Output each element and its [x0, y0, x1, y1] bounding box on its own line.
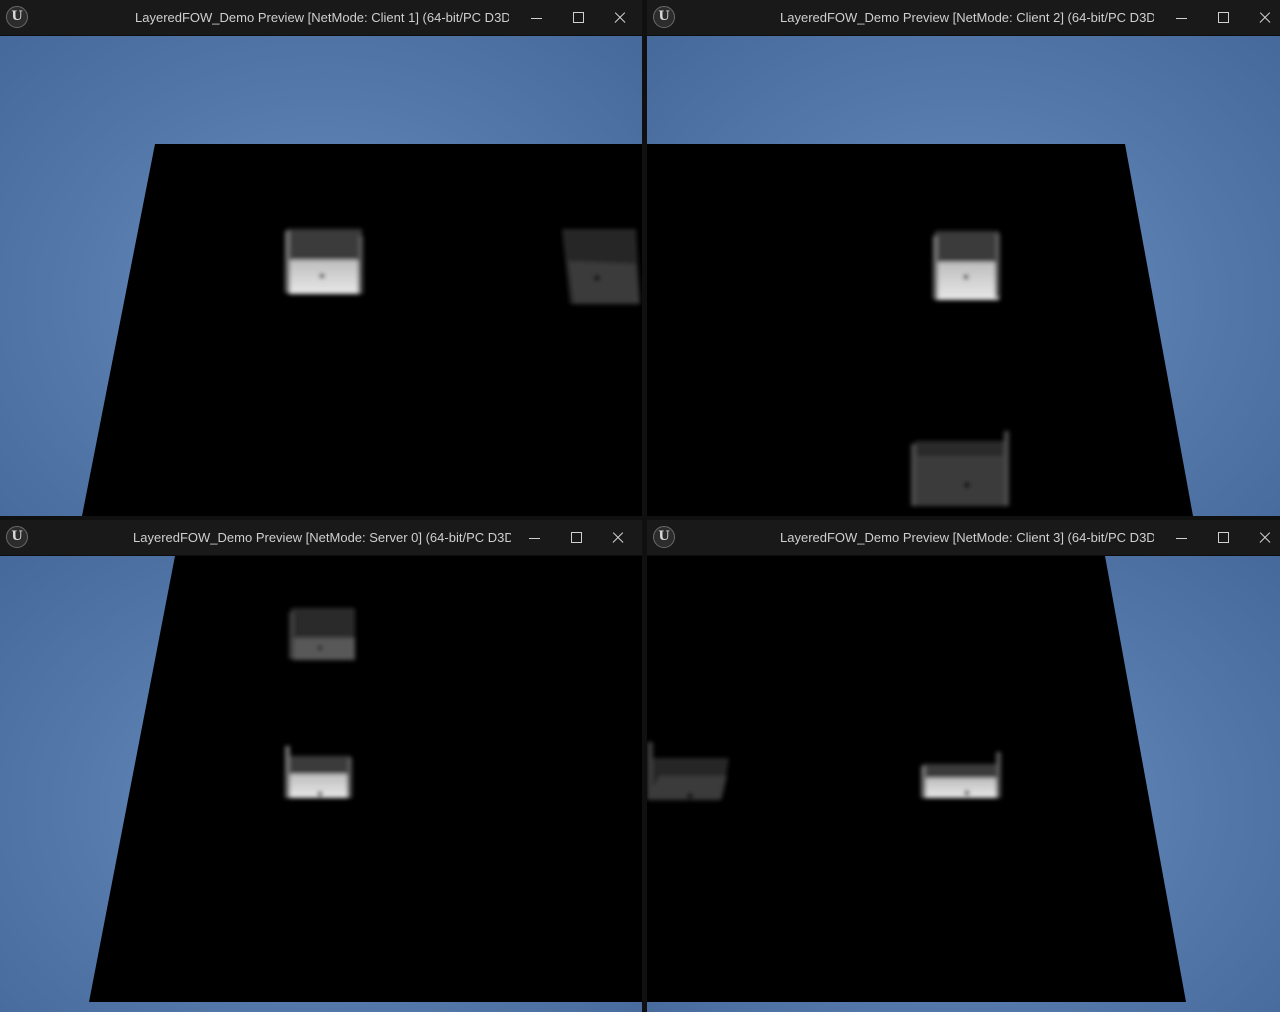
unreal-logo-icon[interactable]: U — [6, 526, 28, 548]
minimize-button[interactable] — [517, 0, 557, 35]
window-title: LayeredFOW_Demo Preview [NetMode: Client… — [780, 10, 1154, 25]
maximize-button[interactable] — [1203, 520, 1243, 555]
fog-of-war-scene — [647, 556, 1186, 1002]
unreal-logo-icon[interactable]: U — [653, 6, 675, 28]
title-bar[interactable]: U LayeredFOW_Demo Preview [NetMode: Serv… — [0, 520, 642, 556]
window-title: LayeredFOW_Demo Preview [NetMode: Client… — [135, 10, 509, 25]
fog-plane — [89, 556, 642, 1002]
fog-plane — [82, 144, 642, 516]
room — [911, 431, 1009, 506]
window-server-0: U LayeredFOW_Demo Preview [NetMode: Serv… — [0, 520, 642, 1012]
game-viewport[interactable] — [647, 556, 1280, 1012]
window-client-1: U LayeredFOW_Demo Preview [NetMode: Clie… — [0, 0, 642, 516]
maximize-button[interactable] — [556, 520, 596, 555]
maximize-button[interactable] — [1203, 0, 1243, 35]
close-button[interactable] — [600, 0, 640, 35]
room — [562, 229, 640, 304]
title-bar[interactable]: U LayeredFOW_Demo Preview [NetMode: Clie… — [647, 0, 1280, 36]
window-client-3: U LayeredFOW_Demo Preview [NetMode: Clie… — [647, 520, 1280, 1012]
minimize-button[interactable] — [1162, 520, 1202, 555]
window-client-2: U LayeredFOW_Demo Preview [NetMode: Clie… — [647, 0, 1280, 516]
room — [933, 231, 1000, 300]
fog-plane — [647, 556, 1186, 1002]
room — [289, 608, 355, 660]
minimize-button[interactable] — [1162, 0, 1202, 35]
fog-of-war-scene — [647, 144, 1193, 516]
close-button[interactable] — [1245, 520, 1280, 555]
fog-of-war-scene — [82, 144, 642, 516]
title-bar[interactable]: U LayeredFOW_Demo Preview [NetMode: Clie… — [0, 0, 642, 36]
game-viewport[interactable] — [0, 36, 642, 516]
title-bar[interactable]: U LayeredFOW_Demo Preview [NetMode: Clie… — [647, 520, 1280, 556]
fog-of-war-scene — [89, 556, 642, 1002]
unreal-logo-icon[interactable]: U — [6, 6, 28, 28]
close-button[interactable] — [598, 520, 638, 555]
close-button[interactable] — [1245, 0, 1280, 35]
room — [285, 229, 363, 294]
window-title: LayeredFOW_Demo Preview [NetMode: Server… — [133, 530, 511, 545]
unreal-logo-icon[interactable]: U — [653, 526, 675, 548]
window-title: LayeredFOW_Demo Preview [NetMode: Client… — [780, 530, 1154, 545]
maximize-button[interactable] — [558, 0, 598, 35]
minimize-button[interactable] — [515, 520, 555, 555]
game-viewport[interactable] — [0, 556, 642, 1012]
game-viewport[interactable] — [647, 36, 1280, 516]
